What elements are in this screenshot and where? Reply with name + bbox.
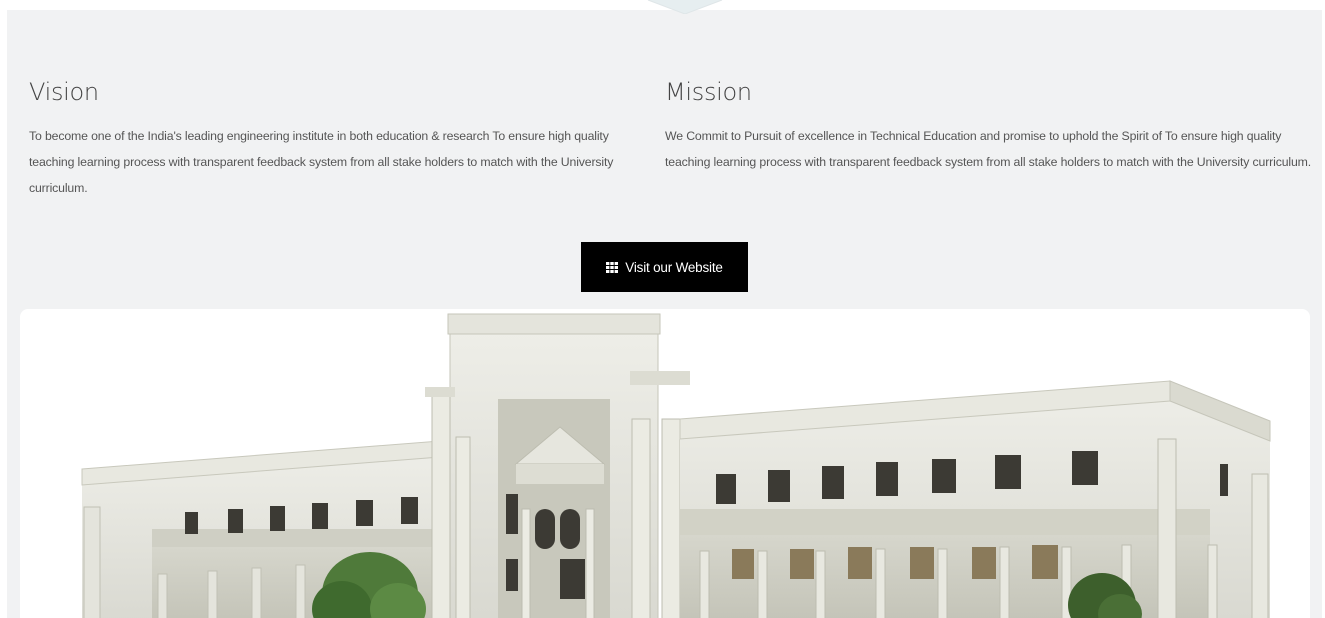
mission-section: Mission We Commit to Pursuit of excellen… — [665, 78, 1313, 175]
vision-heading: Vision — [29, 78, 99, 106]
campus-image-card — [20, 309, 1310, 618]
grid-icon — [606, 261, 619, 273]
mission-heading: Mission — [665, 78, 752, 106]
vision-section: Vision To become one of the India's lead… — [29, 78, 649, 201]
visit-website-label: Visit our Website — [625, 259, 723, 275]
top-ornament — [647, 0, 723, 14]
mission-text: We Commit to Pursuit of excellence in Te… — [665, 129, 1312, 169]
visit-website-button[interactable]: Visit our Website — [581, 242, 748, 292]
vision-text: To become one of the India's leading eng… — [29, 129, 614, 195]
campus-building-image — [81, 313, 1271, 618]
